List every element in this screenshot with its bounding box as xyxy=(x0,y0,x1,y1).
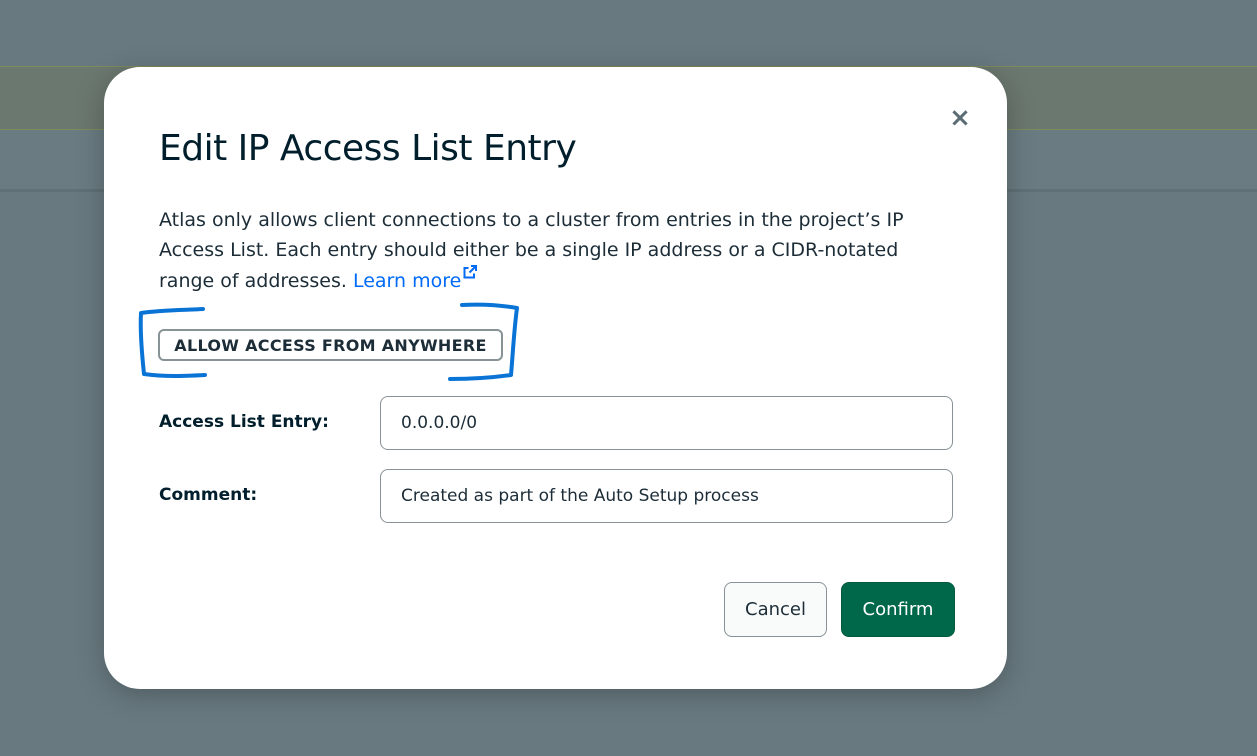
description-line-2: Access List. Each entry should either be… xyxy=(159,239,899,261)
learn-more-label: Learn more xyxy=(352,270,462,292)
confirm-button[interactable]: Confirm xyxy=(841,582,955,637)
description-line-1: Atlas only allows client connections to … xyxy=(159,209,904,231)
access-list-entry-input[interactable] xyxy=(380,396,953,450)
access-list-entry-label: Access List Entry: xyxy=(159,412,329,432)
modal-title: Edit IP Access List Entry xyxy=(159,128,577,169)
modal-description: Atlas only allows client connections to … xyxy=(159,205,949,296)
description-line-3: range of addresses. Learn more xyxy=(159,265,949,296)
close-icon[interactable]: × xyxy=(944,104,976,132)
comment-input[interactable] xyxy=(380,469,953,523)
external-link-icon xyxy=(463,265,478,279)
description-line-3-text: range of addresses. xyxy=(159,270,353,292)
learn-more-link[interactable]: Learn more xyxy=(352,265,478,292)
cancel-button[interactable]: Cancel xyxy=(724,582,827,637)
allow-access-from-anywhere-button[interactable]: ALLOW ACCESS FROM ANYWHERE xyxy=(158,329,503,361)
comment-label: Comment: xyxy=(159,485,258,505)
